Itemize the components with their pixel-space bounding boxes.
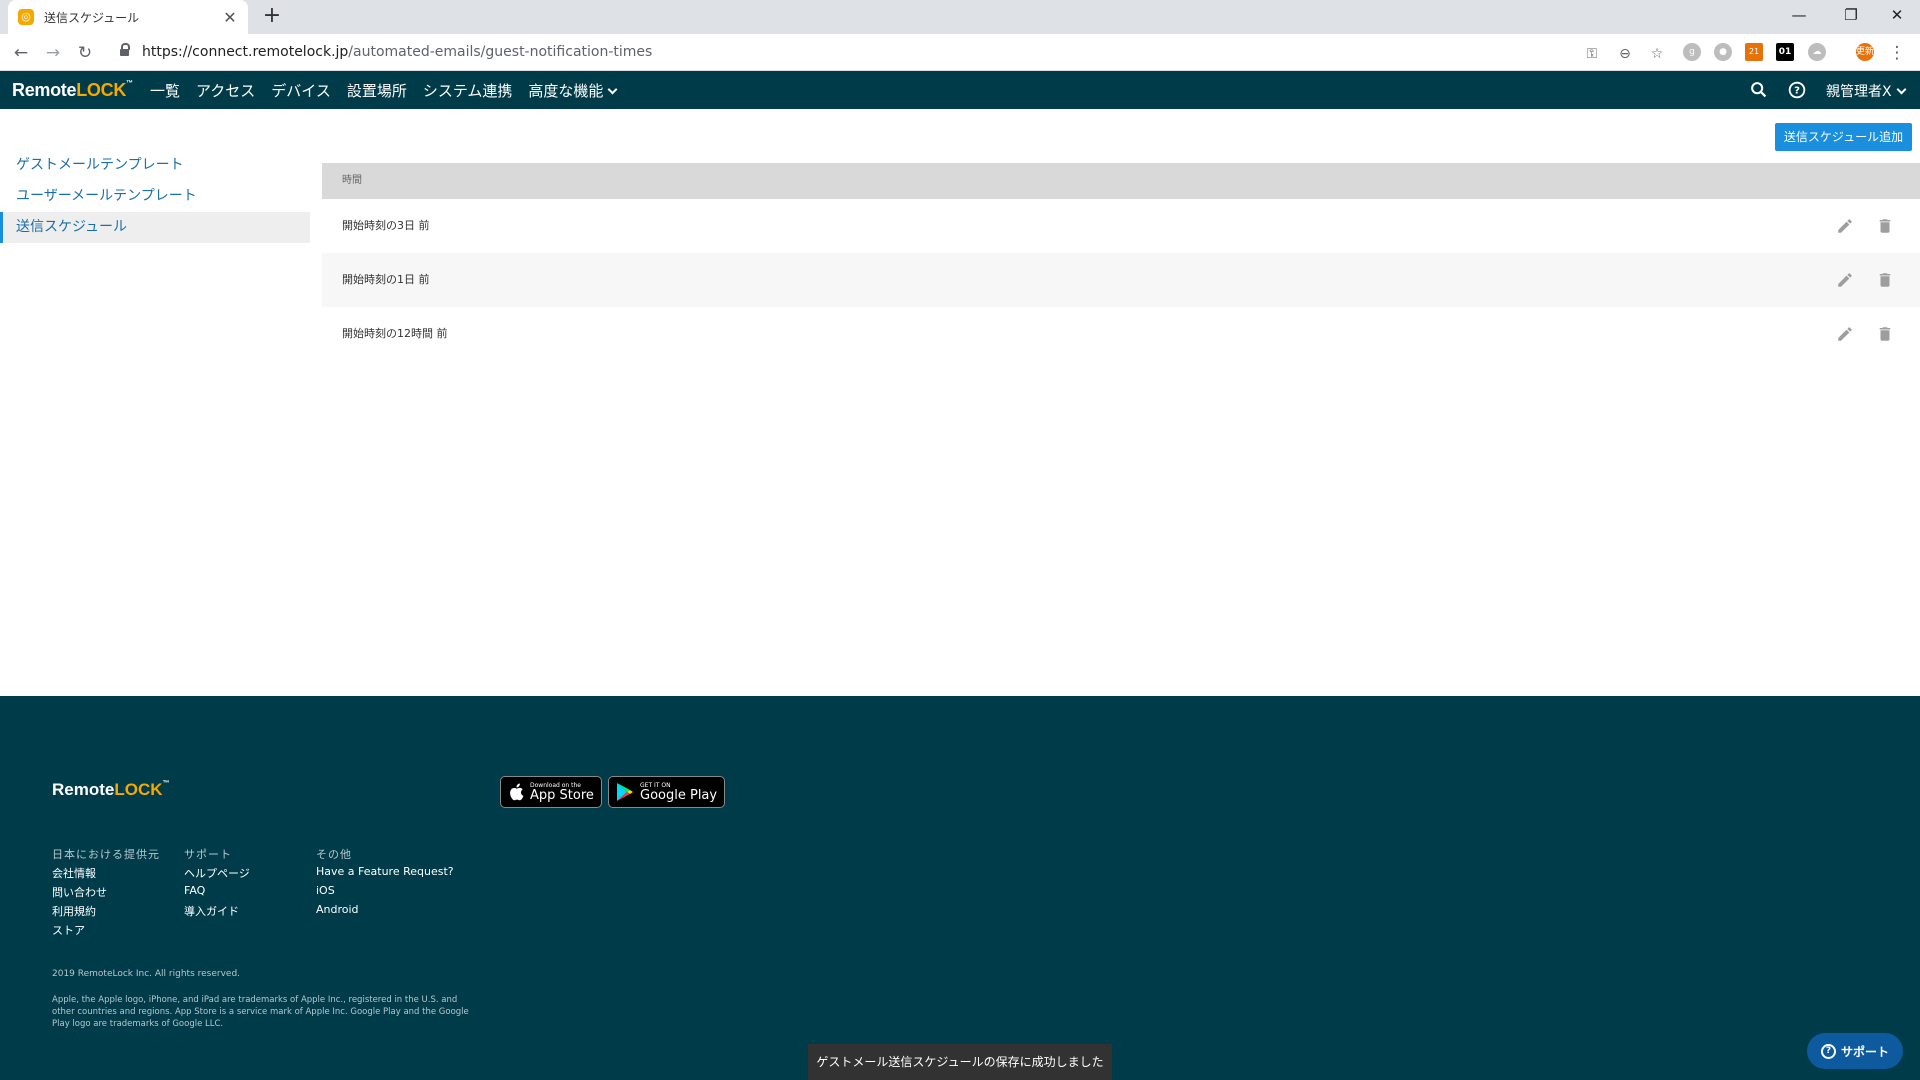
success-toast: ゲストメール送信スケジュールの保存に成功しました: [808, 1044, 1112, 1080]
footer-link-android[interactable]: Android: [316, 903, 454, 922]
delete-trash-icon[interactable]: [1876, 217, 1894, 235]
support-label: サポート: [1840, 1044, 1889, 1059]
forward-arrow-icon[interactable]: →: [40, 40, 66, 66]
footer-link-contact[interactable]: 問い合わせ: [52, 884, 160, 903]
browser-toolbar: ← → ↻ https://connect.remotelock.jp/auto…: [0, 34, 1920, 71]
footer-link-terms[interactable]: 利用規約: [52, 903, 160, 922]
schedule-time-text: 開始時刻の3日 前: [342, 219, 430, 232]
minimize-icon[interactable]: —: [1776, 0, 1822, 30]
main-nav: 一覧 アクセス デバイス 設置場所 システム連携 高度な機能: [150, 71, 632, 109]
trademark-disclaimer: Apple, the Apple logo, iPhone, and iPad …: [52, 995, 469, 1029]
nav-item-list[interactable]: 一覧: [150, 80, 180, 101]
add-schedule-button[interactable]: 送信スケジュール追加: [1775, 123, 1912, 151]
nav-item-locations[interactable]: 設置場所: [347, 80, 407, 101]
url-text[interactable]: https://connect.remotelock.jp/automated-…: [142, 44, 652, 60]
table-row: 開始時刻の3日 前: [322, 199, 1920, 253]
footer-column-support: サポート ヘルプページ FAQ 導入ガイド: [184, 846, 250, 922]
footer-link-company[interactable]: 会社情報: [52, 865, 160, 884]
extension-binary-icon[interactable]: 01: [1776, 43, 1794, 61]
tab-title: 送信スケジュール: [44, 10, 140, 25]
footer-heading: その他: [316, 848, 352, 861]
close-tab-icon[interactable]: ✕: [222, 8, 238, 27]
help-circle-icon: ?: [1820, 1043, 1836, 1059]
schedule-time-text: 開始時刻の1日 前: [342, 273, 430, 286]
nav-item-access[interactable]: アクセス: [196, 80, 255, 101]
footer-heading: サポート: [184, 848, 232, 861]
site-favicon-icon: ◎: [18, 9, 34, 25]
schedule-time-text: 開始時刻の12時間 前: [342, 327, 448, 340]
edit-pencil-icon[interactable]: [1836, 271, 1854, 289]
browser-tabstrip: ◎ 送信スケジュール ✕ + — ❐ ✕: [0, 0, 1920, 34]
footer-logo[interactable]: RemoteLOCK™: [52, 780, 170, 800]
copyright-text: 2019 RemoteLock Inc. All rights reserved…: [52, 969, 241, 979]
extension-badge-icon[interactable]: 21: [1745, 43, 1763, 61]
sidebar: ゲストメールテンプレート ユーザーメールテンプレート 送信スケジュール: [0, 150, 310, 243]
apple-icon: [510, 783, 524, 801]
google-play-icon: [617, 783, 633, 801]
search-icon[interactable]: [1748, 79, 1770, 101]
footer-link-faq[interactable]: FAQ: [184, 884, 250, 903]
table-header-time: 時間: [322, 163, 1920, 199]
new-tab-plus-icon[interactable]: +: [258, 3, 286, 31]
window-close-icon[interactable]: ✕: [1874, 0, 1920, 30]
extension-cloud-icon[interactable]: ☁: [1808, 43, 1826, 61]
address-bar[interactable]: https://connect.remotelock.jp/automated-…: [110, 40, 1663, 66]
footer-link-store[interactable]: ストア: [52, 922, 160, 941]
footer-heading: 日本における提供元: [52, 848, 160, 861]
profile-avatar[interactable]: 更新: [1856, 43, 1874, 61]
sidebar-item-send-schedule[interactable]: 送信スケジュール: [0, 212, 310, 243]
chevron-down-icon: [607, 84, 618, 94]
nav-item-advanced[interactable]: 高度な機能: [528, 80, 618, 101]
footer-column-other: その他 Have a Feature Request? iOS Android: [316, 846, 454, 922]
google-play-button[interactable]: GET IT ON Google Play: [608, 776, 726, 808]
schedule-table: 時間 開始時刻の3日 前 開始時刻の1日 前 開始時刻の12時間 前: [322, 163, 1920, 361]
chevron-down-icon: [1896, 84, 1907, 95]
browser-menu-icon[interactable]: ⋮: [1884, 40, 1910, 66]
app-store-button[interactable]: Download on the App Store: [500, 776, 602, 808]
svg-text:?: ?: [1794, 86, 1800, 97]
browser-tab[interactable]: ◎ 送信スケジュール ✕: [8, 0, 248, 34]
edit-pencil-icon[interactable]: [1836, 325, 1854, 343]
back-arrow-icon[interactable]: ←: [8, 40, 34, 66]
footer-link-ios[interactable]: iOS: [316, 884, 454, 903]
zoom-icon[interactable]: ⊖: [1615, 44, 1635, 64]
remotelock-logo[interactable]: RemoteLOCK™: [12, 80, 133, 101]
restore-icon[interactable]: ❐: [1828, 0, 1874, 30]
footer: RemoteLOCK™ Download on the App Store GET…: [0, 696, 1920, 1080]
key-icon[interactable]: ⚿: [1582, 44, 1602, 64]
delete-trash-icon[interactable]: [1876, 271, 1894, 289]
extension-circle-icon[interactable]: ●: [1714, 43, 1732, 61]
nav-item-integrations[interactable]: システム連携: [423, 80, 513, 101]
edit-pencil-icon[interactable]: [1836, 217, 1854, 235]
reload-icon[interactable]: ↻: [72, 40, 98, 66]
footer-link-feature-request[interactable]: Have a Feature Request?: [316, 865, 454, 884]
table-row: 開始時刻の1日 前: [322, 253, 1920, 307]
footer-column-provider: 日本における提供元 会社情報 問い合わせ 利用規約 ストア: [52, 846, 160, 941]
delete-trash-icon[interactable]: [1876, 325, 1894, 343]
footer-link-guide[interactable]: 導入ガイド: [184, 903, 250, 922]
lock-icon: [120, 43, 130, 57]
app-header: RemoteLOCK™ 一覧 アクセス デバイス 設置場所 システム連携 高度な…: [0, 71, 1920, 109]
user-menu[interactable]: 親管理者X: [1826, 81, 1907, 101]
sidebar-item-guest-email-template[interactable]: ゲストメールテンプレート: [0, 150, 310, 181]
nav-item-devices[interactable]: デバイス: [271, 80, 331, 101]
extension-grey-icon[interactable]: g: [1683, 43, 1701, 61]
help-icon[interactable]: ?: [1786, 79, 1808, 101]
support-button[interactable]: ? サポート: [1807, 1033, 1903, 1069]
table-row: 開始時刻の12時間 前: [322, 307, 1920, 361]
footer-link-help[interactable]: ヘルプページ: [184, 865, 250, 884]
bookmark-star-icon[interactable]: ☆: [1647, 44, 1667, 64]
sidebar-item-user-email-template[interactable]: ユーザーメールテンプレート: [0, 181, 310, 212]
